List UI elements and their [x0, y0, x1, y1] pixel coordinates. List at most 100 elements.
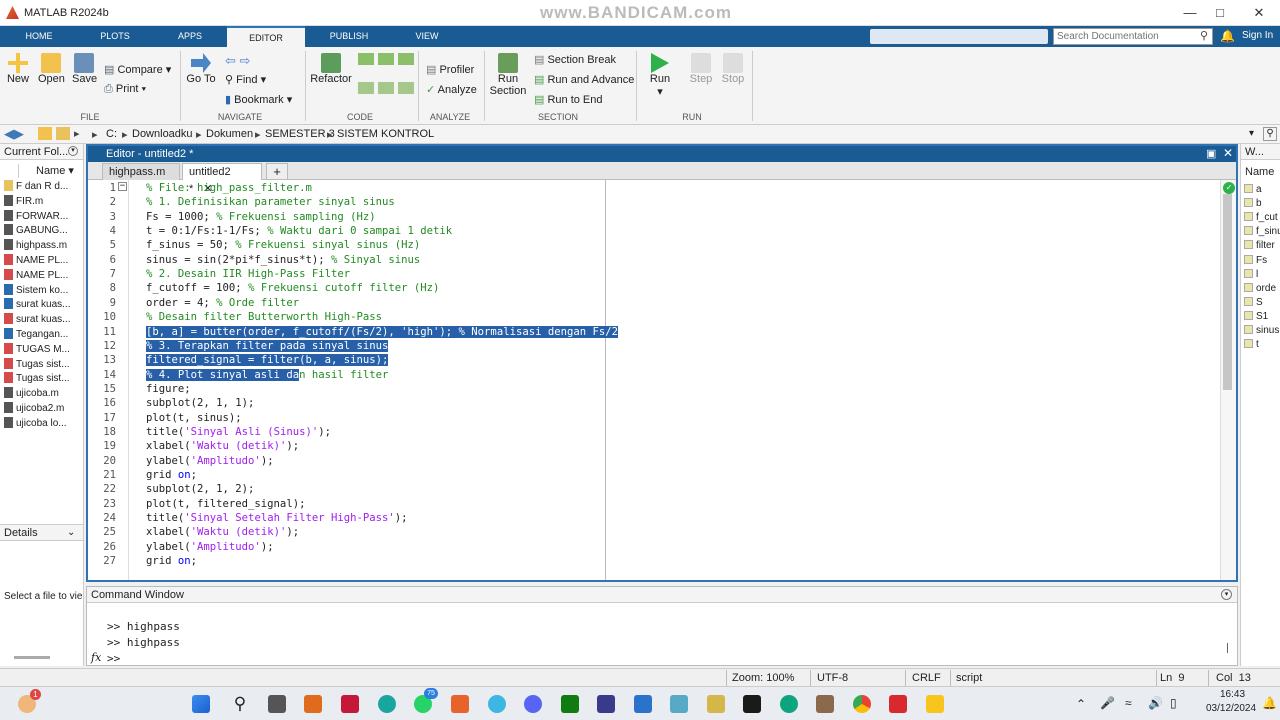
- zoom-status[interactable]: Zoom: 100%: [732, 672, 794, 684]
- file-item[interactable]: Tugas sist...: [4, 372, 82, 384]
- file-item[interactable]: highpass.m: [4, 239, 82, 251]
- code-tools-grid[interactable]: [358, 53, 414, 107]
- file-item[interactable]: ujicoba.m: [4, 387, 82, 399]
- code-line[interactable]: % 3. Terapkan filter pada sinyal sinus: [146, 339, 389, 352]
- app-icon[interactable]: [816, 695, 834, 713]
- code-analyzer-ok-icon[interactable]: ✓: [1223, 182, 1235, 194]
- command-window[interactable]: Command Window ▾ >> highpass >> highpass…: [86, 586, 1238, 666]
- workspace-variable[interactable]: f_cut: [1244, 212, 1278, 223]
- maximize-button[interactable]: □: [1205, 3, 1235, 23]
- breadcrumb-semester[interactable]: SEMESTER 3: [265, 128, 335, 140]
- breadcrumb-sistem-kontrol[interactable]: SISTEM KONTROL: [337, 128, 434, 140]
- step-button[interactable]: Step: [688, 53, 714, 85]
- tab-untitled2[interactable]: untitled2 * ✕: [182, 163, 262, 195]
- address-dropdown-icon[interactable]: ▾: [1249, 128, 1254, 139]
- workspace-variable[interactable]: l: [1244, 268, 1258, 280]
- run-dropdown-icon[interactable]: ▾: [646, 85, 674, 98]
- bell-icon[interactable]: 🔔: [1220, 29, 1235, 43]
- undock-icon[interactable]: ▣: [1206, 147, 1216, 160]
- code-line[interactable]: % File: high_pass_filter.m: [146, 182, 312, 194]
- workspace-variable[interactable]: S1: [1244, 310, 1268, 322]
- print-button[interactable]: ⎙ Print ▾: [104, 83, 146, 96]
- code-line[interactable]: title('Sinyal Setelah Filter High-Pass')…: [146, 512, 408, 524]
- code-line[interactable]: % 2. Desain IIR High-Pass Filter: [146, 268, 350, 280]
- tab-editor[interactable]: EDITOR: [227, 26, 305, 47]
- tab-plots[interactable]: PLOTS: [90, 26, 140, 47]
- tray-chevron-up-icon[interactable]: ⌃: [1076, 697, 1086, 711]
- run-and-advance-button[interactable]: ▤ Run and Advance: [534, 73, 634, 86]
- quick-access-toolbar[interactable]: [870, 29, 1048, 44]
- workspace-variable[interactable]: orde: [1244, 282, 1276, 294]
- code-line[interactable]: plot(t, sinus);: [146, 412, 242, 424]
- windows-start-icon[interactable]: [192, 695, 210, 713]
- task-view-icon[interactable]: [268, 695, 286, 713]
- search-icon[interactable]: ⚲: [1200, 29, 1208, 42]
- nav-arrows-icon[interactable]: ◀▶: [4, 126, 24, 142]
- tab-view[interactable]: VIEW: [400, 26, 454, 47]
- workspace-variable[interactable]: Fs: [1244, 254, 1267, 266]
- file-item[interactable]: TUGAS M...: [4, 342, 82, 355]
- close-editor-icon[interactable]: ✕: [1223, 146, 1233, 160]
- speaker-icon[interactable]: 🔊: [1148, 696, 1163, 710]
- workspace-name-header[interactable]: Name: [1245, 166, 1274, 178]
- clock-date[interactable]: 03/12/2024: [1206, 703, 1256, 714]
- profiler-button[interactable]: ▤ Profiler: [426, 63, 474, 76]
- folder-up-icon[interactable]: [38, 127, 52, 140]
- run-section-button[interactable]: Run Section: [488, 53, 528, 97]
- code-line[interactable]: sinus = sin(2*pi*f_sinus*t); % Sinyal si…: [146, 254, 420, 266]
- code-line[interactable]: xlabel('Waktu (detik)');: [146, 526, 299, 538]
- code-line[interactable]: % 4. Plot sinyal asli dan hasil filter: [146, 368, 389, 381]
- code-line[interactable]: f_sinus = 50; % Frekuensi sinyal sinus (…: [146, 239, 420, 251]
- app-icon[interactable]: [341, 695, 359, 713]
- app-icon[interactable]: [597, 695, 615, 713]
- file-item[interactable]: surat kuas...: [4, 298, 82, 310]
- tab-publish[interactable]: PUBLISH: [320, 26, 378, 47]
- browse-folder-icon[interactable]: [56, 127, 70, 140]
- refactor-button[interactable]: Refactor: [310, 53, 352, 85]
- taskbar-search-icon[interactable]: ⚲: [231, 695, 249, 713]
- code-line[interactable]: grid on;: [146, 555, 197, 567]
- fold-toggle-icon[interactable]: −: [118, 182, 127, 191]
- discord-icon[interactable]: [524, 695, 542, 713]
- sign-in-link[interactable]: Sign In: [1242, 30, 1273, 41]
- code-line[interactable]: ylabel('Amplitudo');: [146, 455, 274, 467]
- file-item[interactable]: NAME PL...: [4, 268, 82, 281]
- code-line[interactable]: t = 0:1/Fs:1-1/Fs; % Waktu dari 0 sampai…: [146, 225, 452, 237]
- workspace-variable[interactable]: a: [1244, 184, 1262, 195]
- close-window-button[interactable]: ✕: [1244, 3, 1274, 23]
- panel-menu-icon[interactable]: ▾: [68, 146, 78, 156]
- code-line[interactable]: % Desain filter Butterworth High-Pass: [146, 311, 382, 323]
- tab-highpass[interactable]: highpass.m: [102, 163, 180, 180]
- minimize-button[interactable]: —: [1175, 3, 1205, 23]
- save-button[interactable]: Save: [72, 53, 97, 85]
- code-line[interactable]: xlabel('Waktu (detik)');: [146, 440, 299, 452]
- file-item[interactable]: surat kuas...: [4, 313, 82, 325]
- edge-icon[interactable]: [488, 695, 506, 713]
- code-line[interactable]: figure;: [146, 383, 191, 395]
- tab-home[interactable]: HOME: [14, 26, 64, 47]
- xbox-icon[interactable]: [561, 695, 579, 713]
- microphone-icon[interactable]: 🎤: [1100, 696, 1115, 710]
- code-line[interactable]: ylabel('Amplitudo');: [146, 541, 274, 553]
- workspace-variable[interactable]: sinus: [1244, 325, 1279, 336]
- file-item[interactable]: Tugas sist...: [4, 357, 82, 370]
- compare-button[interactable]: ▤ Compare ▾: [104, 63, 171, 76]
- workspace-variable[interactable]: f_sinu: [1244, 226, 1280, 237]
- code-line[interactable]: order = 4; % Orde filter: [146, 297, 299, 309]
- run-to-end-button[interactable]: ▤ Run to End: [534, 93, 603, 106]
- app-icon[interactable]: [670, 695, 688, 713]
- stop-button[interactable]: Stop: [720, 53, 746, 85]
- file-item[interactable]: F dan R d...: [4, 180, 82, 192]
- go-to-button[interactable]: Go To: [186, 53, 216, 85]
- matlab-taskbar-icon[interactable]: [451, 695, 469, 713]
- section-break-button[interactable]: ▤ Section Break: [534, 53, 616, 66]
- breadcrumb-dokumen[interactable]: Dokumen: [206, 128, 253, 140]
- workspace-variable[interactable]: filter: [1244, 240, 1275, 251]
- chrome-icon[interactable]: [853, 695, 871, 713]
- scrollbar-thumb[interactable]: [1223, 194, 1232, 390]
- open-button[interactable]: Open: [38, 53, 65, 85]
- code-line[interactable]: title('Sinyal Asli (Sinus)');: [146, 426, 331, 438]
- back-forward-icon[interactable]: ⇦ ⇨: [225, 53, 250, 69]
- wifi-icon[interactable]: ≈: [1125, 696, 1132, 710]
- analyze-button[interactable]: ✓ Analyze: [426, 83, 477, 96]
